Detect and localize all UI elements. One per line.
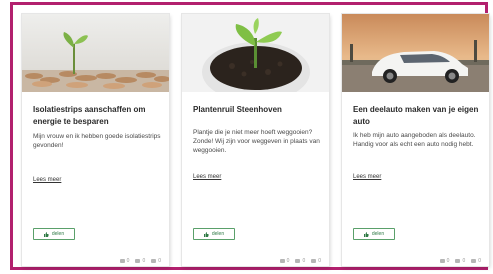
card-title: Plantenruil Steenhoven (193, 105, 282, 114)
card-image (22, 14, 169, 92)
likes-stat: 0 (279, 258, 289, 264)
card-stats: 0 0 0 (279, 258, 321, 264)
white-car-on-road-photo (342, 14, 489, 92)
seedling-in-soil-pot-photo (182, 14, 329, 92)
likes-stat: 0 (439, 258, 449, 264)
initiative-card[interactable]: Plantenruil Steenhoven Plantje die je ni… (182, 14, 329, 266)
card-description: Ik heb mijn auto aangeboden als deelauto… (353, 132, 476, 148)
share-button[interactable]: delen (353, 228, 395, 240)
heart-icon (279, 259, 285, 263)
share-label: delen (211, 231, 225, 237)
comments-stat: 0 (455, 258, 465, 264)
thumbs-up-icon (43, 231, 49, 237)
shares-stat: 0 (311, 258, 321, 264)
thumbs-up-icon (363, 231, 369, 237)
read-more-link[interactable]: Lees meer (193, 174, 221, 180)
card-image (182, 14, 329, 92)
share-button[interactable]: delen (33, 228, 75, 240)
card-title: Isolatiestrips aanschaffen om energie te… (33, 105, 146, 126)
card-title: Een deelauto maken van je eigen auto (353, 105, 479, 126)
card-description: Mijn vrouw en ik hebben goede isolatiest… (33, 133, 161, 149)
likes-stat: 0 (119, 258, 129, 264)
read-more-link[interactable]: Lees meer (33, 177, 61, 183)
comments-stat: 0 (295, 258, 305, 264)
comment-icon (135, 259, 141, 263)
read-more-link[interactable]: Lees meer (353, 174, 381, 180)
initiative-card[interactable]: Een deelauto maken van je eigen auto Ik … (342, 14, 489, 266)
card-image (342, 14, 489, 92)
share-button[interactable]: delen (193, 228, 235, 240)
thumbs-up-icon (203, 231, 209, 237)
comment-icon (455, 259, 461, 263)
shares-stat: 0 (151, 258, 161, 264)
card-stats: 0 0 0 (439, 258, 481, 264)
card-description: Plantje die je niet meer hoeft weggooien… (193, 129, 320, 154)
card-stats: 0 0 0 (119, 258, 161, 264)
comment-icon (295, 259, 301, 263)
share-icon (311, 259, 317, 263)
comments-stat: 0 (135, 258, 145, 264)
shares-stat: 0 (471, 258, 481, 264)
coin-stacks-with-plant-photo (22, 14, 169, 92)
share-icon (471, 259, 477, 263)
heart-icon (119, 259, 125, 263)
share-label: delen (371, 231, 385, 237)
heart-icon (439, 259, 445, 263)
share-icon (151, 259, 157, 263)
share-label: delen (51, 231, 65, 237)
initiative-card[interactable]: Isolatiestrips aanschaffen om energie te… (22, 14, 169, 266)
card-carousel: Isolatiestrips aanschaffen om energie te… (10, 2, 489, 270)
